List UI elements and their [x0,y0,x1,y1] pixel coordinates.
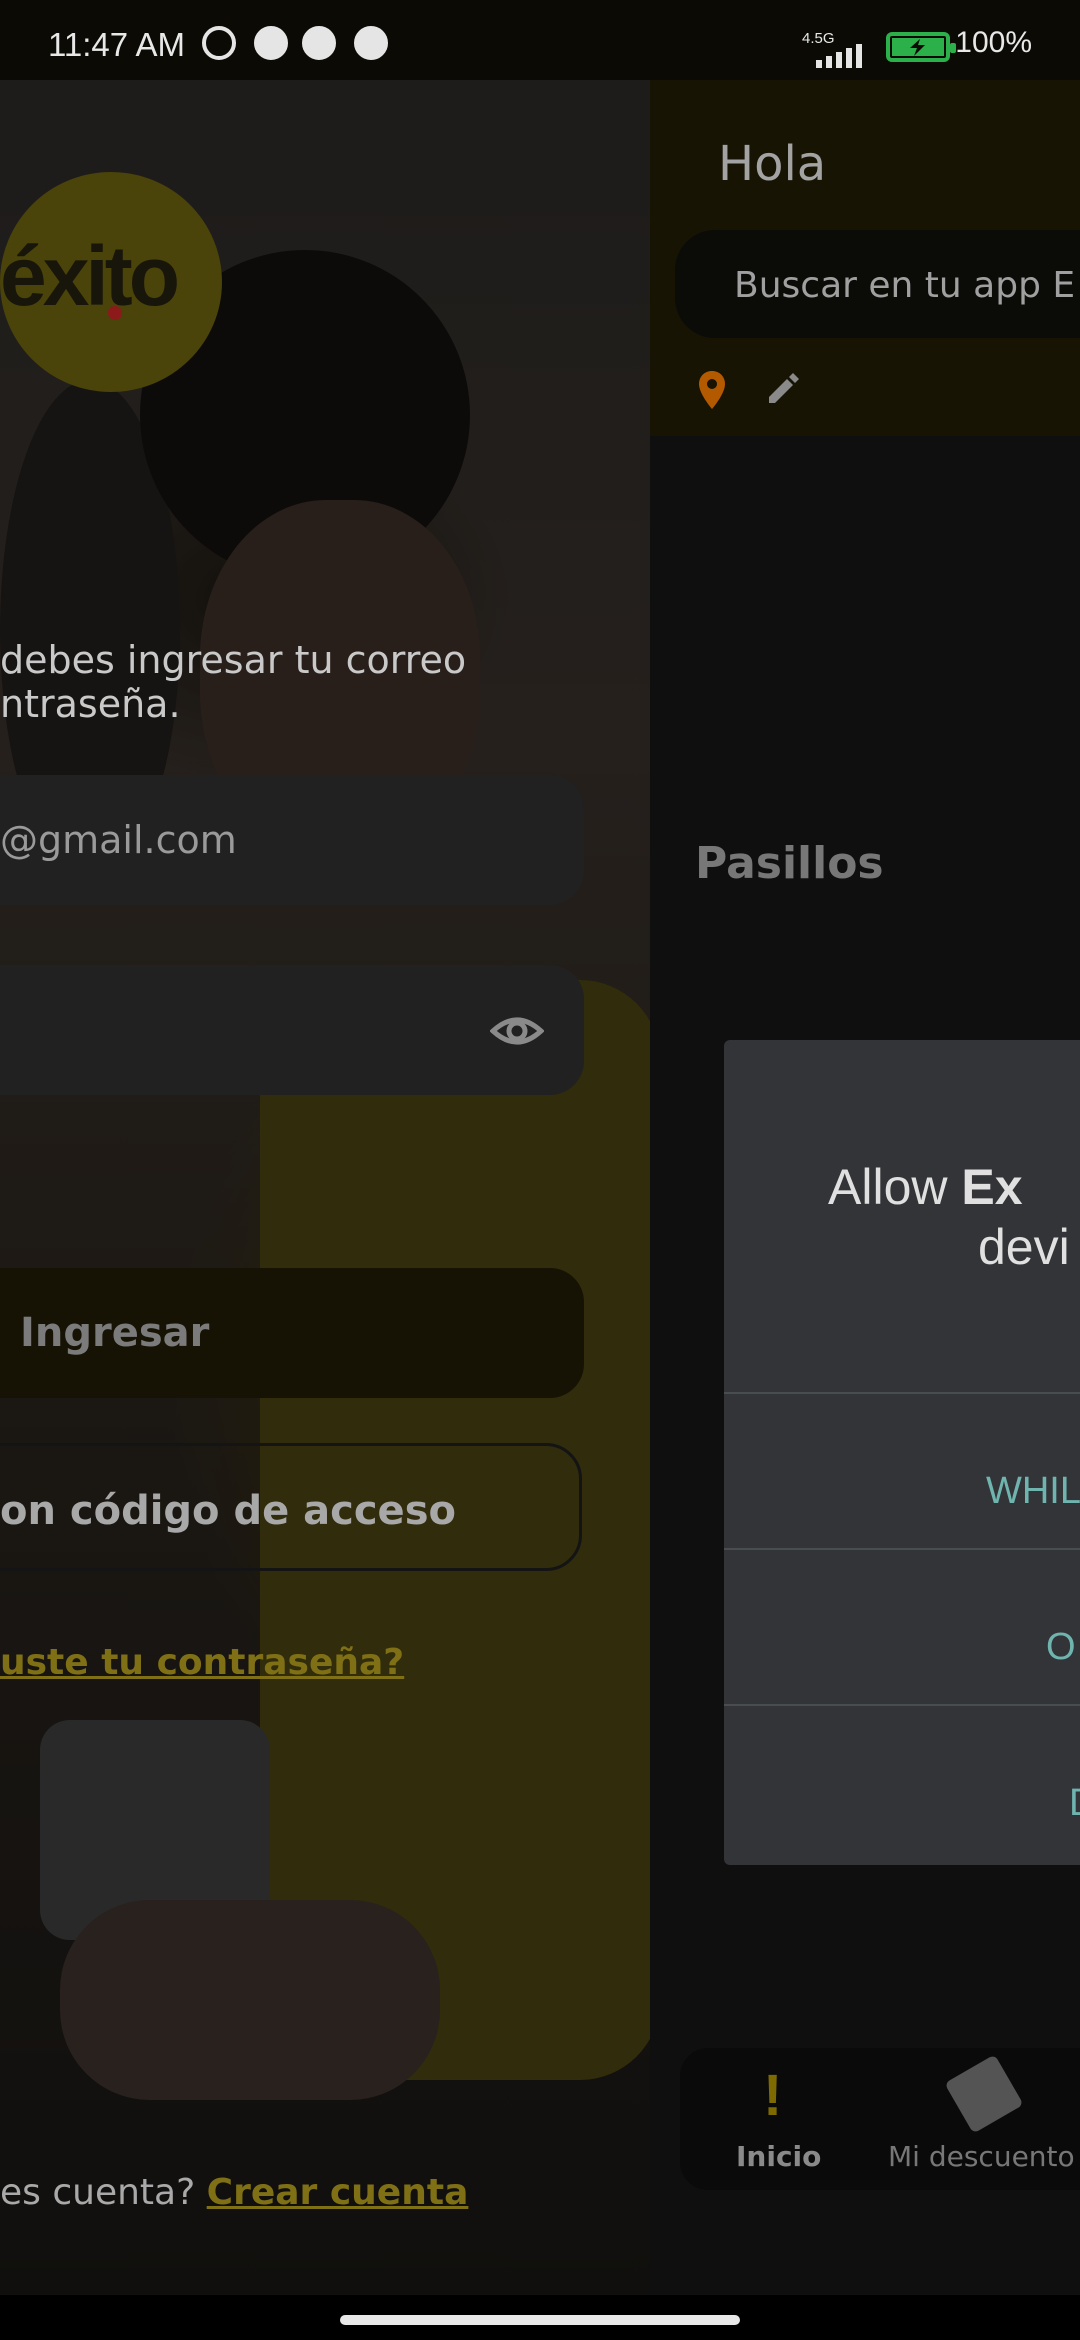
sync-icon [302,26,336,60]
eye-icon[interactable] [490,1006,544,1056]
ingresar-label: Ingresar [20,1310,210,1356]
nav-descuentos[interactable]: Mi descuento [888,2140,1075,2173]
no-account-label: es cuenta? [0,2172,196,2213]
status-time: 11:47 AM [48,26,185,63]
forgot-password-link[interactable]: uste tu contraseña? [0,1642,404,1683]
access-code-label: on código de acceso [0,1488,456,1534]
dialog-divider [724,1548,1080,1550]
logo-dot [108,306,122,320]
permission-dialog: Allow Ex devi WHIL O D [724,1040,1080,1865]
network-type: 4.5G [802,30,835,47]
location-pin-icon[interactable] [698,370,726,410]
dialog-title-line2: devi [978,1219,1070,1275]
deny-button[interactable]: D [1069,1782,1080,1825]
section-title-pasillos: Pasillos [695,838,884,889]
overlay-dim [0,80,650,2295]
allow-once-button[interactable]: O [1046,1626,1076,1669]
nav-inicio[interactable]: Inicio [736,2140,821,2173]
home-screen: Hola Buscar en tu app E Pasillos Allow E… [650,80,1080,2295]
email-value: @gmail.com [0,818,237,862]
search-placeholder: Buscar en tu app E [734,265,1076,306]
dialog-divider [724,1392,1080,1394]
intro-line-1: debes ingresar tu correo [0,638,467,682]
alarm-icon [202,26,236,60]
dialog-title-app: Ex [961,1159,1023,1215]
dialog-title-prefix: Allow [828,1159,962,1215]
login-intro-text: debes ingresar tu correo ntraseña. [0,638,466,726]
create-account-link[interactable]: Crear cuenta [207,2172,469,2213]
battery-icon [886,32,956,62]
notification-icon-2 [354,26,388,60]
edit-pencil-icon[interactable] [765,373,799,407]
inicio-icon[interactable]: ! [763,2062,782,2129]
allow-while-using-button[interactable]: WHIL [986,1470,1080,1513]
dialog-title: Allow Ex [828,1158,1023,1216]
home-gesture-handle[interactable] [340,2315,740,2325]
no-account-text: es cuenta? Crear cuenta [0,2172,468,2213]
notification-icon [254,26,288,60]
signal-icon [806,44,870,68]
intro-line-2: ntraseña. [0,682,181,726]
battery-percent: 100% [955,26,1032,59]
dialog-divider [724,1704,1080,1706]
greeting: Hola [718,136,827,192]
logo-text: éxito [0,229,180,323]
